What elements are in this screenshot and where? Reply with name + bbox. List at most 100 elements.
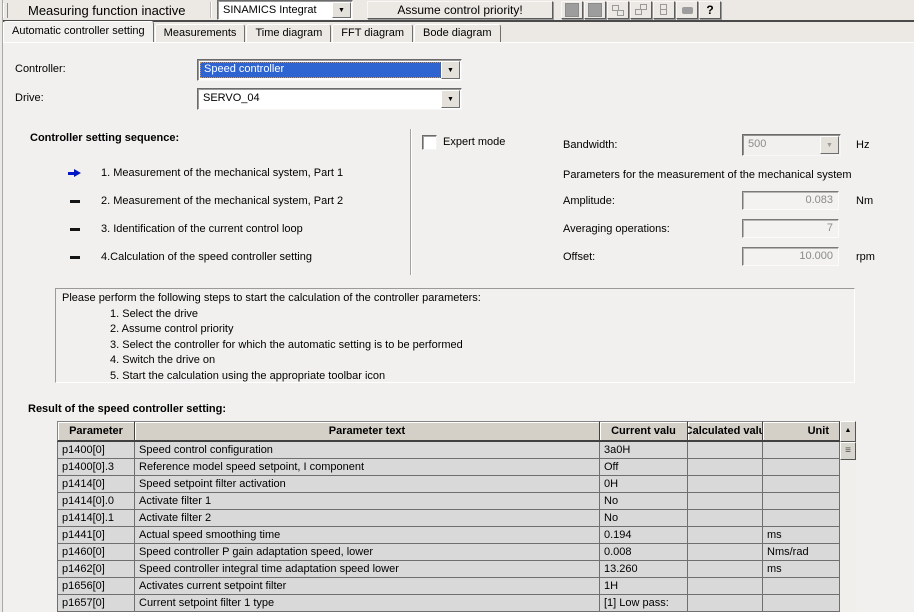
table-row[interactable]: p1414[0].0 Activate filter 1 No — [57, 493, 856, 510]
table-row[interactable]: p1400[0] Speed control configuration 3a0… — [57, 442, 856, 459]
tab[interactable]: Measurements — [154, 24, 246, 42]
cell-unit — [763, 510, 840, 527]
controller-combobox-dropdown-button[interactable]: ▼ — [441, 61, 460, 79]
cell-parameter: p1414[0].1 — [57, 510, 135, 527]
offset-field: 10.000 — [742, 247, 839, 266]
tab[interactable]: Bode diagram — [414, 24, 501, 42]
sequence-step-marker-icon — [68, 251, 84, 263]
drive-combobox[interactable]: SERVO_04 ▼ — [197, 88, 462, 110]
instruction-steps: 1. Select the drive 2. Assume control pri… — [110, 307, 848, 385]
averaging-operations-field: 7 — [742, 219, 839, 238]
controller-combobox-value: Speed controller — [200, 62, 442, 78]
column-header-current-value[interactable]: Current valu — [600, 421, 688, 442]
tab-strip: Automatic controller setting Measurement… — [0, 21, 914, 42]
result-parameter-table: Parameter Parameter text Current valu Ca… — [57, 421, 856, 612]
sequence-step: 3. Identification of the current control… — [68, 215, 343, 243]
tab-label: Bode diagram — [423, 27, 492, 39]
column-header-parameter[interactable]: Parameter — [57, 421, 135, 442]
toolbar-icon-button[interactable] — [630, 1, 652, 19]
cell-parameter-text: Speed controller P gain adaptation speed… — [135, 544, 600, 561]
assume-control-priority-button[interactable]: Assume control priority! — [367, 1, 553, 19]
cell-current-value: 0.194 — [600, 527, 688, 544]
sequence-step-marker-icon — [68, 223, 84, 235]
scrollbar-thumb[interactable]: ≡ — [840, 442, 856, 460]
bandwidth-label: Bandwidth: — [563, 139, 618, 151]
column-header-calculated-value[interactable]: Calculated valu — [688, 421, 763, 442]
toolbar-icon-button[interactable] — [584, 1, 606, 19]
cell-parameter: p1462[0] — [57, 561, 135, 578]
offset-label: Offset: — [563, 251, 596, 263]
table-row[interactable]: p1414[0] Speed setpoint filter activatio… — [57, 476, 856, 493]
table-row[interactable]: p1441[0] Actual speed smoothing time 0.1… — [57, 527, 856, 544]
sequence-step-marker-icon — [68, 195, 84, 207]
cell-parameter-text: Speed control configuration — [135, 442, 600, 459]
cell-parameter-text: Activate filter 2 — [135, 510, 600, 527]
toolbar-icon-button[interactable] — [607, 1, 629, 19]
instruction-step: 2. Assume control priority — [110, 323, 234, 336]
instruction-step: 4. Switch the drive on — [110, 354, 216, 367]
cell-parameter: p1441[0] — [57, 527, 135, 544]
toolbar-icon-group: ? — [561, 1, 721, 19]
solid-bar-icon — [681, 6, 693, 14]
cell-parameter: p1400[0].3 — [57, 459, 135, 476]
cell-current-value: 1H — [600, 578, 688, 595]
cell-current-value: No — [600, 510, 688, 527]
device-combobox-dropdown-button[interactable]: ▼ — [332, 2, 351, 18]
table-row[interactable]: p1400[0].3 Reference model speed setpoin… — [57, 459, 856, 476]
toolbar-icon-button[interactable]: ? — [699, 1, 721, 19]
cell-calculated-value — [688, 442, 763, 459]
controller-combobox[interactable]: Speed controller ▼ — [197, 59, 462, 81]
toolbar-grip-handle[interactable] — [3, 2, 8, 18]
tab-label: Time diagram — [255, 27, 323, 39]
tab[interactable]: FFT diagram — [332, 24, 414, 42]
table-row[interactable]: p1657[0] Current setpoint filter 1 type … — [57, 595, 856, 612]
scroll-up-button[interactable]: ▲ — [840, 421, 856, 442]
drive-combobox-dropdown-button[interactable]: ▼ — [441, 90, 460, 108]
cell-current-value: 3a0H — [600, 442, 688, 459]
drive-label: Drive: — [15, 92, 44, 104]
cell-parameter: p1460[0] — [57, 544, 135, 561]
mechanical-parameters-heading: Parameters for the measurement of the me… — [563, 169, 852, 181]
column-header-unit[interactable]: Unit — [763, 421, 840, 442]
cell-calculated-value — [688, 595, 763, 612]
sequence-step-marker-icon — [68, 167, 84, 179]
bandwidth-unit-label: Hz — [856, 139, 870, 151]
cell-calculated-value — [688, 544, 763, 561]
cell-unit: ms — [763, 561, 840, 578]
sequence-list: 1. Measurement of the mechanical system,… — [68, 159, 343, 271]
grip-lines-icon: ≡ — [845, 445, 851, 456]
measuring-status-label: Measuring function inactive — [28, 2, 186, 18]
expert-mode-checkbox[interactable] — [422, 135, 437, 150]
device-combobox[interactable]: SINAMICS Integrat ▼ — [217, 0, 353, 20]
tab[interactable]: Automatic controller setting — [3, 21, 154, 42]
cell-current-value: 13.260 — [600, 561, 688, 578]
column-header-parameter-text[interactable]: Parameter text — [135, 421, 600, 442]
cell-unit — [763, 442, 840, 459]
amplitude-unit-label: Nm — [856, 195, 874, 207]
table-row[interactable]: p1462[0] Speed controller integral time … — [57, 561, 856, 578]
table-vertical-scrollbar[interactable]: ▲ ≡ — [840, 421, 856, 612]
toolbar-icon-button[interactable] — [561, 1, 583, 19]
tab[interactable]: Time diagram — [246, 24, 332, 42]
sequence-step-text: 2. Measurement of the mechanical system,… — [101, 195, 344, 207]
toolbar-icon-button[interactable] — [653, 1, 675, 19]
offset-unit-label: rpm — [856, 251, 875, 263]
cell-calculated-value — [688, 561, 763, 578]
toolbar-icon-button[interactable] — [676, 1, 698, 19]
tab-label: Measurements — [163, 27, 237, 39]
cell-current-value: [1] Low pass: — [600, 595, 688, 612]
cell-current-value: No — [600, 493, 688, 510]
bandwidth-combobox-dropdown-button: ▼ — [820, 136, 839, 154]
tab-page-automatic-controller-setting: Controller: Speed controller ▼ Drive: SE… — [0, 42, 914, 612]
step-up-icon — [634, 4, 648, 16]
cell-unit: ms — [763, 527, 840, 544]
table-row[interactable]: p1656[0] Activates current setpoint filt… — [57, 578, 856, 595]
chevron-down-icon: ▼ — [826, 141, 833, 149]
table-row[interactable]: p1460[0] Speed controller P gain adaptat… — [57, 544, 856, 561]
triangle-up-icon: ▲ — [844, 427, 852, 434]
instruction-box: Please perform the following steps to st… — [55, 288, 855, 383]
cell-calculated-value — [688, 476, 763, 493]
cell-parameter-text: Activates current setpoint filter — [135, 578, 600, 595]
instruction-step: 1. Select the drive — [110, 307, 199, 320]
table-row[interactable]: p1414[0].1 Activate filter 2 No — [57, 510, 856, 527]
